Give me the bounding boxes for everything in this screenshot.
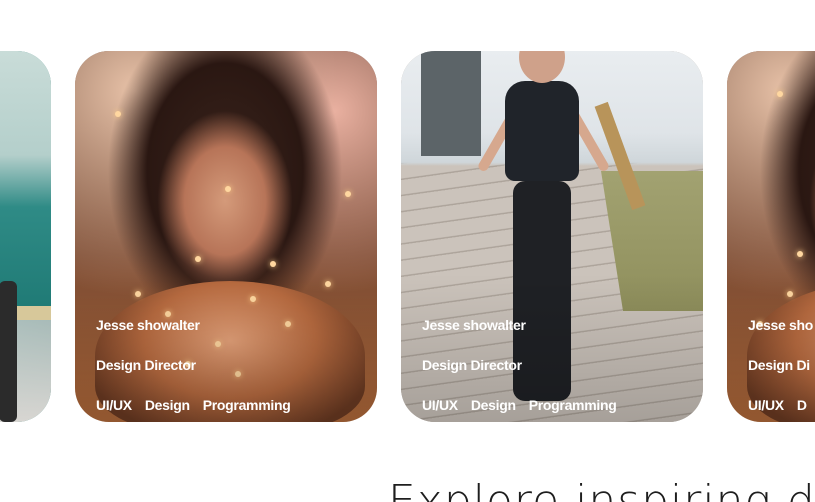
card-author-role: Design Director: [96, 357, 196, 373]
project-card[interactable]: Jesse showalter Design Director UI/UX De…: [401, 51, 703, 422]
card-author-name: Jesse showalter: [96, 317, 200, 333]
project-carousel: Jesse showalter Design Director UI/UX De…: [0, 0, 815, 440]
tag-ui-ux[interactable]: UI/UX: [422, 397, 458, 413]
card-author-name: Jesse sho: [748, 317, 814, 333]
tag-design[interactable]: Design: [471, 397, 516, 413]
card-author-name: Jesse showalter: [422, 317, 526, 333]
project-card[interactable]: Jesse sho Design Di UI/UX D: [727, 51, 815, 422]
card-author-role: Design Director: [422, 357, 522, 373]
card-tags: UI/UX Design Programming: [422, 397, 617, 413]
tag-design[interactable]: D: [797, 397, 807, 413]
card-image: [0, 51, 51, 422]
project-card[interactable]: [0, 51, 51, 422]
card-tags: UI/UX D: [748, 397, 807, 413]
tag-programming[interactable]: Programming: [203, 397, 291, 413]
card-author-role: Design Di: [748, 357, 810, 373]
tag-programming[interactable]: Programming: [529, 397, 617, 413]
tag-design[interactable]: Design: [145, 397, 190, 413]
card-tags: UI/UX Design Programming: [96, 397, 291, 413]
tag-ui-ux[interactable]: UI/UX: [96, 397, 132, 413]
section-headline: Explore inspiring d: [388, 476, 815, 502]
project-card[interactable]: Jesse showalter Design Director UI/UX De…: [75, 51, 377, 422]
tag-ui-ux[interactable]: UI/UX: [748, 397, 784, 413]
